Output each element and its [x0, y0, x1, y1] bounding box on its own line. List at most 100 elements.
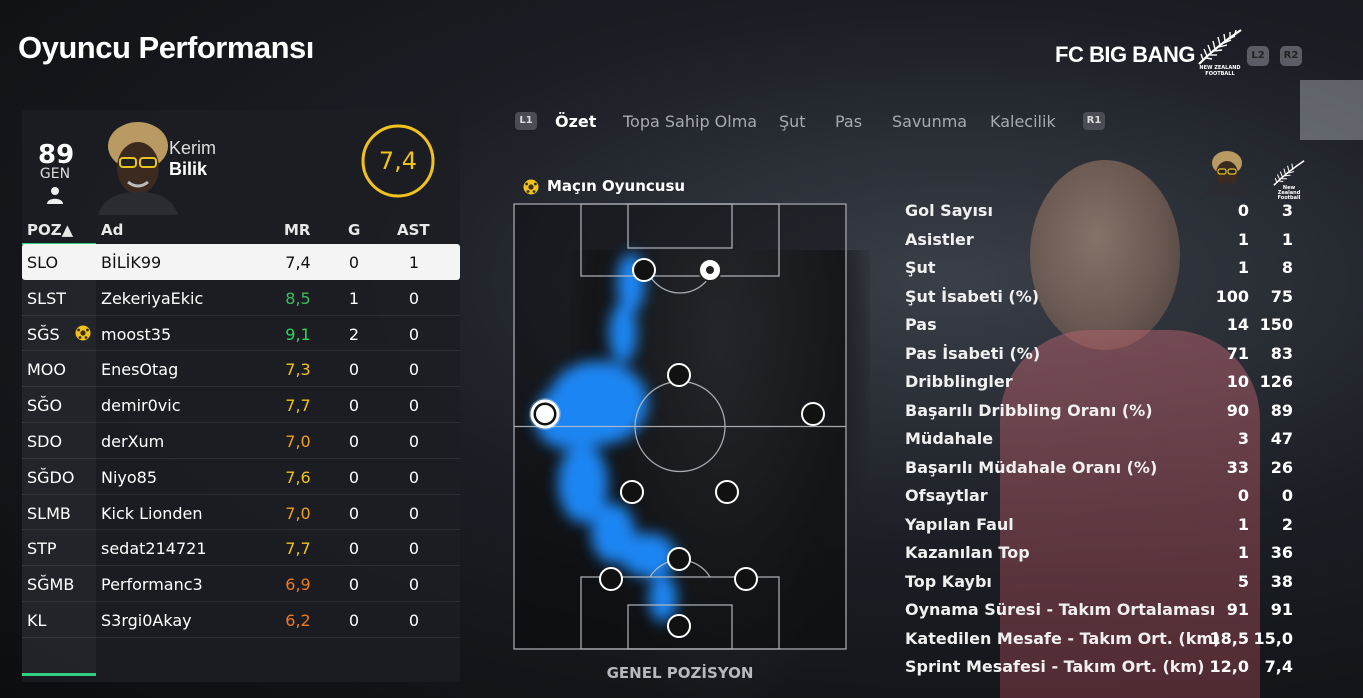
stat-row: Asistler 1 1: [905, 226, 1297, 255]
row-position: SĞS: [27, 324, 60, 344]
row-goals: 0: [348, 575, 360, 595]
row-position: MOO: [27, 360, 66, 380]
player-first-name: Kerim: [169, 138, 217, 158]
stat-team-value: 26: [1270, 457, 1293, 477]
table-row[interactable]: SLMB Kick Lionden 7,0 0 0: [22, 495, 460, 531]
stat-label: Kazanılan Top: [905, 543, 1030, 562]
stat-team-value: 89: [1270, 400, 1293, 420]
row-position: SLST: [27, 288, 66, 308]
stat-team-value: 75: [1270, 286, 1293, 306]
row-goals: 1: [348, 288, 360, 308]
row-position: SĞMB: [27, 575, 75, 595]
r2-button[interactable]: R2: [1280, 46, 1302, 66]
stat-label: Asistler: [905, 229, 974, 249]
row-position: SLO: [27, 253, 59, 272]
row-goals: 0: [348, 253, 360, 272]
stat-row: Top Kaybı 5 38: [905, 568, 1297, 597]
row-assists: 0: [408, 610, 420, 630]
col-header-poz[interactable]: POZ▲: [27, 221, 73, 239]
stat-team-value: 47: [1270, 429, 1293, 448]
col-header-name[interactable]: Ad: [101, 221, 123, 239]
position-heatmap-pitch: [513, 203, 847, 650]
row-match-rating: 7,0: [285, 431, 311, 451]
stat-row: Katedilen Mesafe - Takım Ort. (km) 18,5 15…: [905, 625, 1297, 654]
player-card: 89 GEN Kerim Bilik 7,4: [22, 110, 460, 215]
row-player-name: demir0vic: [101, 396, 181, 416]
table-row[interactable]: SĞDO Niyo85 7,6 0 0: [22, 459, 460, 495]
row-position: STP: [27, 539, 57, 559]
match-rating-ring: 7,4: [360, 123, 436, 199]
player-list-panel: 89 GEN Kerim Bilik 7,4 POZ▲ Ad MR G AST: [22, 110, 460, 682]
player-avatar: [98, 122, 178, 215]
stat-label: Katedilen Mesafe - Takım Ort. (km): [905, 628, 1221, 648]
tab-item[interactable]: Özet: [555, 112, 596, 131]
row-player-name: moost35: [101, 324, 172, 344]
stat-row: Gol Sayısı 0 3: [905, 197, 1297, 226]
player-avatar-small-icon: [1205, 151, 1249, 195]
row-assists: 0: [408, 288, 420, 308]
col-header-g[interactable]: G: [348, 221, 360, 239]
stats-list: Gol Sayısı 0 3 Asistler 1 1 Şut 1 8 Şut İsabeti (…: [905, 197, 1297, 682]
stat-label: Sprint Mesafesi - Takım Ort. (km): [905, 657, 1205, 676]
row-assists: 0: [408, 324, 420, 344]
row-player-name: S3rgi0Akay: [101, 610, 192, 630]
table-row[interactable]: SDO derXum 7,0 0 0: [22, 423, 460, 459]
page-title: Oyuncu Performansı: [18, 30, 314, 65]
pitch-caption: GENEL POZİSYON: [606, 664, 754, 682]
tab-item[interactable]: Savunma: [892, 112, 967, 131]
col-header-ast[interactable]: AST: [397, 221, 430, 239]
table-row[interactable]: MOO EnesOtag 7,3 0 0: [22, 351, 460, 388]
stat-player-value: 12,0: [1209, 657, 1249, 676]
stat-row: Müdahale 3 47: [905, 425, 1297, 454]
col-header-mr[interactable]: MR: [284, 221, 310, 239]
table-row[interactable]: STP sedat214721 7,7 0 0: [22, 530, 460, 567]
tab-item[interactable]: Kalecilik: [990, 112, 1056, 131]
stat-label: Oynama Süresi - Takım Ortalaması: [905, 600, 1216, 619]
stat-team-value: 83: [1270, 343, 1293, 363]
row-assists: 1: [408, 253, 420, 272]
stat-player-value: 33: [1226, 457, 1249, 477]
table-row[interactable]: SĞS moost35 9,1 2 0: [22, 316, 460, 352]
tab-item[interactable]: Topa Sahip Olma: [623, 112, 757, 131]
stat-label: Pas: [905, 315, 937, 334]
table-row[interactable]: SĞO demir0vic 7,7 0 0: [22, 387, 460, 423]
team-fern-icon: [1273, 160, 1305, 186]
stat-label: Gol Sayısı: [905, 201, 993, 220]
stat-team-value: 91: [1270, 600, 1293, 619]
background-stadium-light: [1300, 80, 1363, 140]
l1-button[interactable]: L1: [515, 112, 537, 130]
row-match-rating: 9,1: [285, 324, 311, 344]
fern-logo-icon: NEW ZEALAND FOOTBALL: [1195, 28, 1245, 80]
stat-team-value: 8: [1281, 258, 1293, 277]
table-row[interactable]: SLST ZekeriyaEkic 8,5 1 0: [22, 280, 460, 316]
row-goals: 0: [348, 539, 360, 559]
stat-label: Şut İsabeti (%): [905, 286, 1040, 306]
match-rating-value: 7,4: [378, 147, 418, 175]
stat-player-value: 5: [1237, 571, 1249, 591]
stat-row: Pas İsabeti (%) 71 83: [905, 340, 1297, 369]
overall-label: GEN: [39, 166, 71, 182]
r1-button[interactable]: R1: [1083, 112, 1105, 130]
stat-row: Dribblingler 10 126: [905, 368, 1297, 397]
row-match-rating: 6,9: [285, 575, 311, 595]
row-match-rating: 7,6: [285, 467, 311, 487]
tab-item[interactable]: Şut: [779, 112, 806, 131]
table-row[interactable]: SĞMB Performanc3 6,9 0 0: [22, 566, 460, 602]
tab-item[interactable]: Pas: [835, 112, 862, 131]
stat-player-value: 91: [1226, 600, 1249, 619]
stat-row: Oynama Süresi - Takım Ortalaması 91 91: [905, 596, 1297, 625]
stat-label: Yapılan Faul: [905, 514, 1014, 534]
stat-player-value: 0: [1237, 201, 1249, 220]
l2-button[interactable]: L2: [1247, 46, 1269, 66]
row-match-rating: 8,5: [285, 288, 311, 308]
table-row[interactable]: SLO BİLİK99 7,4 0 1: [22, 244, 460, 280]
stat-player-value: 18,5: [1209, 628, 1249, 648]
player-last-name: Bilik: [169, 159, 208, 179]
motm-ball-icon: [523, 179, 539, 195]
table-header: POZ▲ Ad MR G AST: [22, 218, 460, 245]
row-assists: 0: [408, 503, 420, 523]
table-row[interactable]: KL S3rgi0Akay 6,2 0 0: [22, 602, 460, 638]
row-position: SLMB: [27, 503, 71, 523]
stat-label: Dribblingler: [905, 372, 1013, 391]
row-goals: 2: [348, 324, 360, 344]
